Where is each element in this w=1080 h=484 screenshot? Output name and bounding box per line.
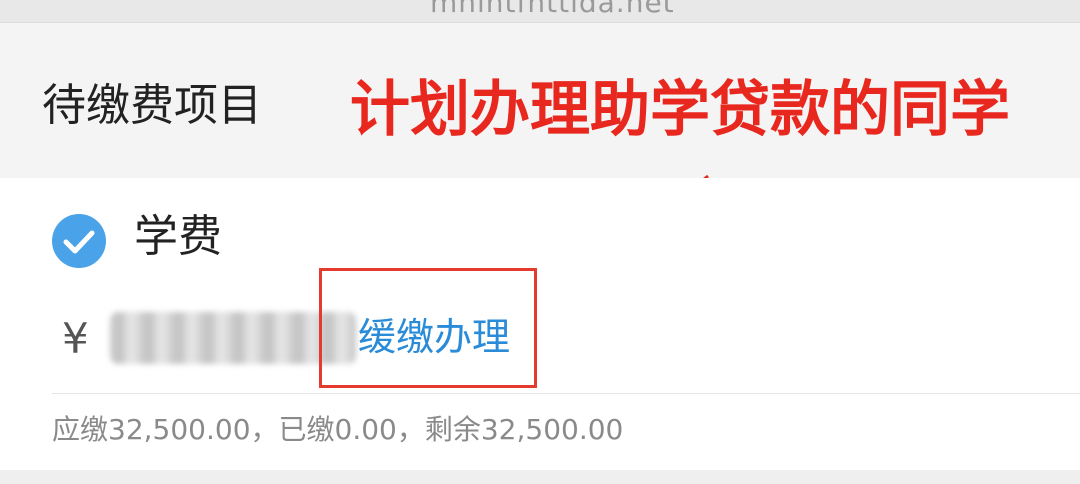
divider — [52, 393, 1080, 394]
section-title: 待缴费项目 — [42, 80, 262, 131]
item-name: 学费 — [134, 211, 222, 262]
top-url-bar: mhlhtfhttlda.net — [0, 0, 1080, 23]
payment-summary: 应缴32,500.00，已缴0.00，剩余32,500.00 — [52, 413, 624, 446]
annotation-highlight-box — [319, 268, 537, 388]
currency-symbol: ¥ — [62, 314, 89, 363]
check-circle-icon[interactable] — [52, 214, 106, 268]
annotation-text: 计划办理助学贷款的同学 — [350, 75, 1010, 145]
bottom-strip — [0, 470, 1080, 484]
url-text: mhlhtfhttlda.net — [430, 0, 675, 19]
payment-page: mhlhtfhttlda.net 待缴费项目 计划办理助学贷款的同学 学费 ¥ … — [0, 0, 1080, 484]
